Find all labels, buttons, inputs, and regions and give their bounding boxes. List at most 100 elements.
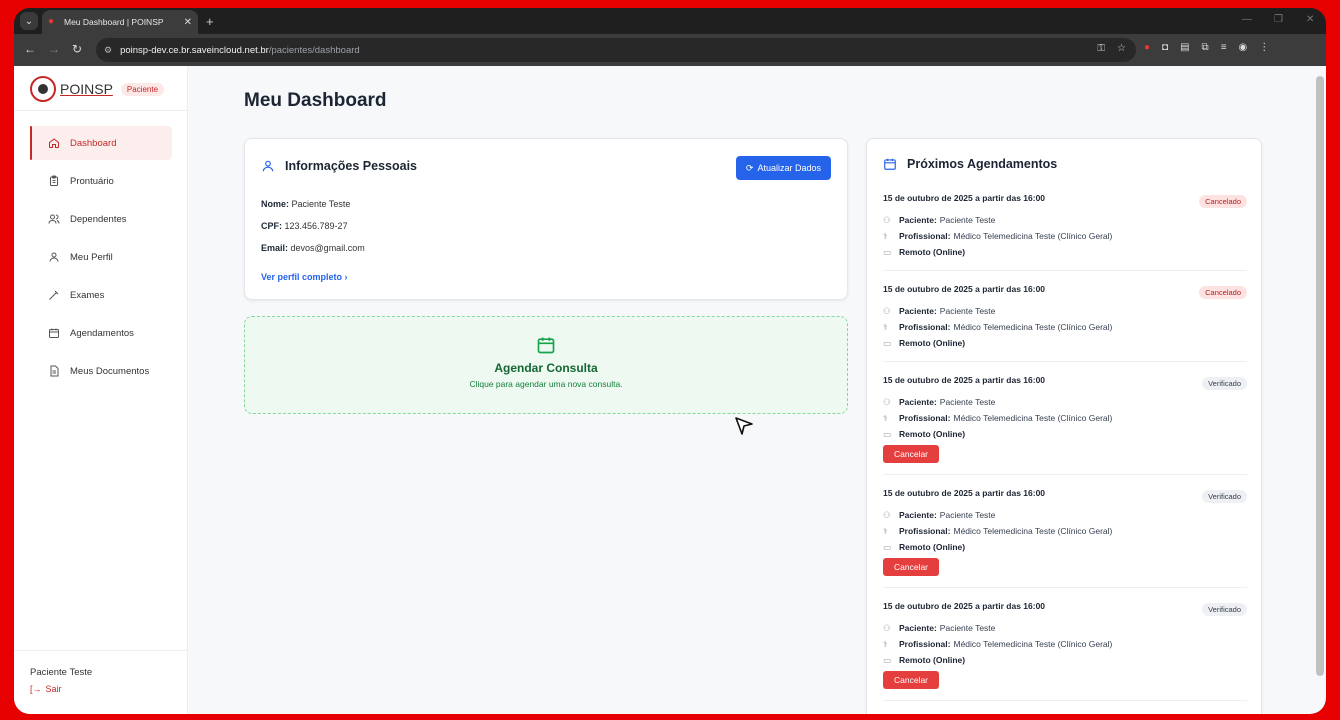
extension-red-icon[interactable]: ● — [1144, 42, 1150, 53]
card-title: Informações Pessoais — [285, 159, 418, 173]
users-icon — [48, 213, 60, 225]
sidebar-item-meus-documentos[interactable]: Meus Documentos — [30, 354, 172, 388]
extension-camera-icon[interactable]: ◘ — [1162, 42, 1168, 53]
sidebar-item-label: Dependentes — [70, 213, 127, 225]
document-icon — [48, 365, 60, 377]
upcoming-appointments-card: Próximos Agendamentos 15 de outubro de 2… — [866, 138, 1262, 714]
stethoscope-icon: ⚕ — [883, 525, 888, 536]
cancel-appointment-button[interactable]: Cancelar — [883, 558, 940, 576]
stethoscope-icon: ⚕ — [883, 321, 888, 332]
mode-row: ▭ Remoto (Online) — [883, 541, 968, 553]
appointment-date: 15 de outubro de 2025 a partir das 16:00 — [883, 375, 1046, 385]
mode-value: Remoto (Online) — [899, 542, 966, 552]
pipette-icon — [48, 289, 60, 301]
professional-value: Médico Telemedicina Teste (Clínico Geral… — [953, 413, 1113, 423]
mode-value: Remoto (Online) — [899, 338, 966, 348]
new-tab-icon[interactable]: + — [206, 14, 214, 29]
professional-row: ⚕ Profissional: Médico Telemedicina Teste … — [883, 230, 1112, 242]
site-info-icon[interactable]: ⚙ — [104, 45, 112, 56]
stethoscope-icon: ⚕ — [883, 230, 888, 241]
name-field: Nome: Paciente Teste — [261, 199, 350, 209]
back-icon[interactable]: ← — [24, 42, 36, 56]
mode-value: Remoto (Online) — [899, 429, 966, 439]
tab-bar: ⌄ ● Meu Dashboard | POINSP ✕ + — ❐ ✕ — [14, 8, 1326, 34]
favicon-icon: ● — [48, 16, 55, 27]
sidebar-item-label: Dashboard — [70, 137, 117, 149]
poinsp-logo-icon — [30, 76, 56, 102]
sidebar-footer: Paciente Teste [→ Sair — [14, 650, 188, 710]
address-bar[interactable]: ⚙ poinsp-dev.ce.br.saveincloud.net.br /p… — [96, 38, 1136, 62]
patient-value: Paciente Teste — [939, 306, 996, 316]
page-title: Meu Dashboard — [244, 90, 387, 111]
view-full-profile-link[interactable]: Ver perfil completo › — [261, 272, 348, 282]
mode-row: ▭ Remoto (Online) — [883, 429, 968, 440]
professional-row: ⚕ Profissional: Médico Telemedicina Teste … — [883, 638, 1113, 650]
brand[interactable]: POINSP Paciente — [30, 76, 165, 102]
bookmark-star-icon[interactable]: ☆ — [1117, 43, 1126, 54]
close-tab-icon[interactable]: ✕ — [184, 17, 192, 28]
page-scrollbar[interactable] — [1316, 76, 1324, 714]
reload-icon[interactable]: ↻ — [72, 42, 82, 56]
sidebar-item-prontuario[interactable]: Prontuário — [30, 164, 172, 198]
logout-button[interactable]: [→ Sair — [30, 684, 172, 694]
media-icon[interactable]: ≡ — [1221, 42, 1227, 53]
logout-label: Sair — [45, 684, 62, 694]
clipboard-icon — [48, 175, 60, 187]
professional-value: Médico Telemedicina Teste (Clínico Geral… — [953, 526, 1113, 536]
browser-menu-icon[interactable]: ⋮ — [1259, 42, 1269, 53]
current-user-name: Paciente Teste — [30, 667, 93, 678]
mode-value: Remoto (Online) — [899, 655, 966, 665]
restore-icon[interactable]: ❐ — [1274, 14, 1283, 25]
browser-toolbar: ← → ↻ ⚙ poinsp-dev.ce.br.saveincloud.net… — [14, 34, 1326, 66]
sidebar-item-label: Prontuário — [70, 175, 114, 187]
sidebar-item-meu-perfil[interactable]: Meu Perfil — [30, 240, 172, 274]
professional-label: Profissional: — [899, 526, 951, 536]
cancel-appointment-button[interactable]: Cancelar — [883, 671, 940, 689]
tab-search-icon[interactable]: ⌄ — [20, 12, 38, 30]
sidebar-item-dashboard[interactable]: Dashboard — [30, 126, 172, 160]
sidebar-item-agendamentos[interactable]: Agendamentos — [30, 316, 172, 350]
sidebar-item-label: Exames — [70, 289, 105, 301]
card-title: Próximos Agendamentos — [907, 157, 1058, 171]
email-label: Email: — [261, 243, 289, 253]
close-window-icon[interactable]: ✕ — [1306, 14, 1314, 25]
cta-title: Agendar Consulta — [494, 361, 598, 375]
minimize-icon[interactable]: — — [1242, 14, 1252, 25]
password-key-icon[interactable]: ⚿ — [1097, 43, 1105, 54]
name-value: Paciente Teste — [291, 199, 351, 209]
cpf-value: 123.456.789-27 — [284, 221, 348, 231]
appointment-item: 15 de outubro de 2025 a partir das 16:00… — [883, 375, 1247, 475]
profile-avatar-icon[interactable]: ◉ — [1239, 42, 1248, 53]
appointment-item: 15 de outubro de 2025 a partir das 16:00… — [883, 284, 1247, 362]
forward-icon[interactable]: → — [48, 42, 60, 56]
professional-value: Médico Telemedicina Teste (Clínico Geral… — [953, 639, 1113, 649]
patient-label: Paciente: — [899, 306, 937, 316]
sidebar-item-exames[interactable]: Exames — [30, 278, 172, 312]
cpf-field: CPF: 123.456.789-27 — [261, 221, 348, 231]
mode-value: Remoto (Online) — [899, 247, 966, 257]
cancel-appointment-button[interactable]: Cancelar — [883, 445, 940, 463]
extension-doc-icon[interactable]: ▤ — [1180, 42, 1189, 53]
sidebar-item-dependentes[interactable]: Dependentes — [30, 202, 172, 236]
url-path: /pacientes/dashboard — [268, 44, 360, 56]
patient-value: Paciente Teste — [939, 397, 996, 407]
chevron-right-icon: › — [344, 272, 348, 282]
scrollbar-thumb[interactable] — [1316, 76, 1324, 676]
browser-tab[interactable]: ● Meu Dashboard | POINSP ✕ — [42, 10, 198, 34]
refresh-label: Atualizar Dados — [757, 163, 821, 173]
professional-label: Profissional: — [899, 413, 951, 423]
monitor-icon: ▭ — [883, 541, 892, 552]
extensions-puzzle-icon[interactable]: ⧉ — [1202, 42, 1209, 53]
patient-label: Paciente: — [899, 397, 937, 407]
professional-label: Profissional: — [899, 231, 951, 241]
role-badge: Paciente — [120, 82, 165, 96]
personal-info-card: Informações Pessoais ⟳ Atualizar Dados N… — [244, 138, 848, 300]
appointment-item: 15 de outubro de 2025 a partir das 16:00… — [883, 193, 1247, 271]
schedule-appointment-button[interactable]: Agendar Consulta Clique para agendar uma… — [244, 316, 848, 414]
user-icon: ⚇ — [883, 622, 891, 633]
refresh-data-button[interactable]: ⟳ Atualizar Dados — [735, 156, 831, 180]
stethoscope-icon: ⚕ — [883, 638, 888, 649]
url-host: poinsp-dev.ce.br.saveincloud.net.br — [120, 44, 269, 56]
patient-row: ⚇ Paciente: Paciente Teste — [883, 397, 996, 408]
sidebar-item-label: Meu Perfil — [70, 251, 113, 263]
